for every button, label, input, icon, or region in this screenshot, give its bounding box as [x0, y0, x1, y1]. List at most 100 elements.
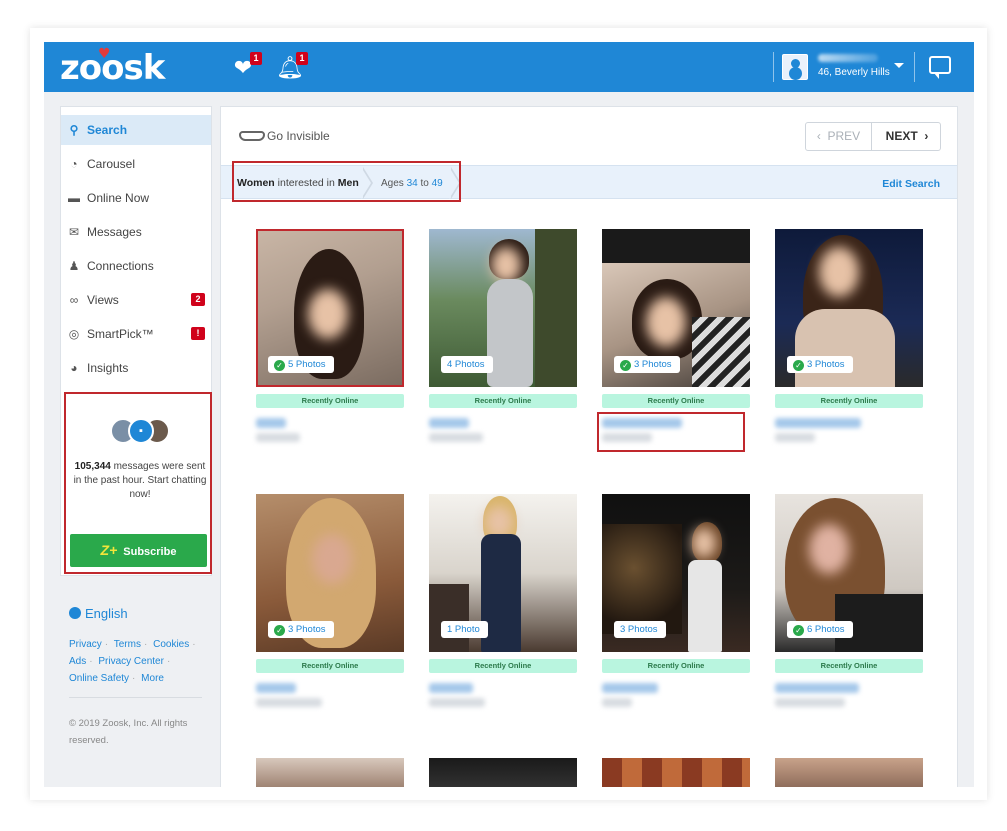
zoosk-plus-icon: Z+ [100, 542, 118, 558]
copyright: © 2019 Zoosk, Inc. All rights reserved. [69, 718, 188, 746]
sidebar-item-views[interactable]: ∞ Views 2 [61, 285, 211, 315]
pager: ‹ PREV NEXT › [805, 122, 941, 151]
carousel-icon: ◔ [70, 157, 78, 171]
footer-link-terms[interactable]: Terms [114, 639, 141, 650]
sidebar-item-label: Connections [87, 259, 154, 273]
photo-count-badge[interactable]: 4 Photos [441, 356, 493, 373]
sidebar-item-label: Messages [87, 225, 142, 239]
smartpick-icon: ◎ [68, 327, 80, 341]
photo-count-badge[interactable]: 1 Photo [441, 621, 488, 638]
check-icon: ✓ [793, 625, 804, 636]
glasses-icon: ∞ [69, 293, 79, 307]
language-selector[interactable]: English [69, 606, 128, 621]
profile-photo[interactable] [602, 758, 750, 787]
check-icon: ✓ [274, 360, 285, 371]
check-icon: ✓ [274, 625, 285, 636]
sidebar-item-connections[interactable]: ♟ Connections [61, 251, 211, 281]
recently-online-label: Recently Online [775, 394, 923, 408]
user-location[interactable]: 46, Beverly Hills [818, 67, 890, 78]
notification-badge: 1 [250, 52, 262, 65]
profile-name-redacted[interactable] [256, 418, 286, 428]
logo-heart-icon: ♥ [98, 46, 111, 62]
online-now-icon: ▬ [68, 191, 80, 205]
check-icon: ✓ [620, 360, 631, 371]
insights-icon: ◕ [70, 361, 78, 375]
views-badge: 2 [191, 293, 205, 306]
sidebar-item-label: Views [87, 293, 119, 307]
zoosk-app: zoosk ♥ ❤ 1 🔔︎ 1 46, Beverly Hills ⚲ Sear… [44, 42, 974, 787]
sidebar-item-messages[interactable]: ✉ Messages [61, 217, 211, 247]
next-button[interactable]: NEXT › [873, 123, 941, 150]
photo-count-badge[interactable]: ✓ 5 Photos [268, 356, 334, 373]
sidebar-item-carousel[interactable]: ◔ Carousel [61, 149, 211, 179]
photo-count-badge[interactable]: ✓ 3 Photos [787, 356, 853, 373]
recently-online-label: Recently Online [429, 394, 577, 408]
heart-check-icon[interactable]: ❤ 1 [230, 52, 262, 81]
sidebar-item-search[interactable]: ⚲ Search [61, 115, 211, 145]
footer-divider [69, 697, 202, 698]
topbar-divider [914, 52, 915, 82]
profile-photo[interactable] [775, 758, 923, 787]
photo-count-badge[interactable]: 3 Photos [614, 621, 666, 638]
photo-count-badge[interactable]: ✓ 3 Photos [614, 356, 680, 373]
sidebar: ⚲ Search ◔ Carousel ▬ Online Now ✉ Messa… [60, 106, 212, 576]
profile-photo[interactable] [429, 758, 577, 787]
sidebar-item-label: Search [87, 123, 128, 137]
profile-name-redacted[interactable] [429, 683, 473, 693]
photo-count-badge[interactable]: ✓ 6 Photos [787, 621, 853, 638]
criteria-highlight [232, 161, 461, 202]
recently-online-label: Recently Online [602, 394, 750, 408]
sidebar-item-label: Online Now [87, 191, 150, 205]
promo-avatars: ▪ [110, 418, 170, 444]
sidebar-item-label: SmartPick™ [87, 327, 154, 341]
chevron-down-icon[interactable] [894, 63, 904, 68]
profile-name-redacted[interactable] [429, 418, 469, 428]
recently-online-label: Recently Online [429, 659, 577, 673]
globe-icon [69, 607, 81, 619]
prev-button[interactable]: ‹ PREV [806, 123, 872, 150]
profile-name-redacted[interactable] [256, 683, 296, 693]
profile-info-redacted [775, 433, 815, 442]
photo-count-badge[interactable]: ✓ 3 Photos [268, 621, 334, 638]
go-invisible-toggle[interactable]: Go Invisible [239, 129, 330, 143]
footer-link-privacy[interactable]: Privacy [69, 639, 102, 650]
sidebar-item-online-now[interactable]: ▬ Online Now [61, 183, 211, 213]
recently-online-label: Recently Online [775, 659, 923, 673]
footer-link-ads[interactable]: Ads [69, 656, 86, 667]
connections-icon: ♟ [68, 259, 80, 273]
user-avatar[interactable] [782, 54, 808, 80]
edit-search-link[interactable]: Edit Search [882, 178, 940, 190]
zoosk-logo[interactable]: zoosk ♥ [60, 46, 165, 88]
footer-link-privacy-center[interactable]: Privacy Center [98, 656, 164, 667]
subscribe-button[interactable]: Z+ Subscribe [70, 534, 207, 567]
profile-info-redacted [256, 433, 300, 442]
profile-name-redacted[interactable] [775, 683, 859, 693]
profile-info-redacted [429, 698, 485, 707]
topbar-divider [773, 52, 774, 82]
subscribe-promo: ▪ 105,344 messages were sent in the past… [64, 392, 212, 574]
footer-link-more[interactable]: More [141, 673, 164, 684]
sidebar-item-insights[interactable]: ◕ Insights [61, 353, 211, 383]
profile-name-redacted[interactable] [602, 683, 658, 693]
profile-info-redacted [429, 433, 483, 442]
sidebar-item-smartpick[interactable]: ◎ SmartPick™ ! [61, 319, 211, 349]
user-name-redacted[interactable] [818, 54, 878, 62]
screenshot-frame: zoosk ♥ ❤ 1 🔔︎ 1 46, Beverly Hills ⚲ Sear… [30, 28, 987, 800]
recently-online-label: Recently Online [602, 659, 750, 673]
recently-online-label: Recently Online [256, 394, 404, 408]
smartpick-badge: ! [191, 327, 205, 340]
name-highlight [597, 412, 745, 452]
footer-link-cookies[interactable]: Cookies [153, 639, 189, 650]
chat-bubble-icon[interactable] [929, 56, 951, 79]
check-icon: ✓ [793, 360, 804, 371]
notification-badge: 1 [296, 52, 308, 65]
top-bar: zoosk ♥ ❤ 1 🔔︎ 1 46, Beverly Hills [44, 42, 974, 92]
bell-icon[interactable]: 🔔︎ 1 [276, 52, 308, 81]
profile-name-redacted[interactable] [775, 418, 861, 428]
sidebar-item-label: Insights [87, 361, 129, 375]
profile-info-redacted [602, 698, 632, 707]
footer-link-online-safety[interactable]: Online Safety [69, 673, 129, 684]
envelope-icon: ✉ [68, 225, 80, 239]
profile-photo[interactable] [256, 758, 404, 787]
sidebar-item-label: Carousel [87, 157, 136, 171]
